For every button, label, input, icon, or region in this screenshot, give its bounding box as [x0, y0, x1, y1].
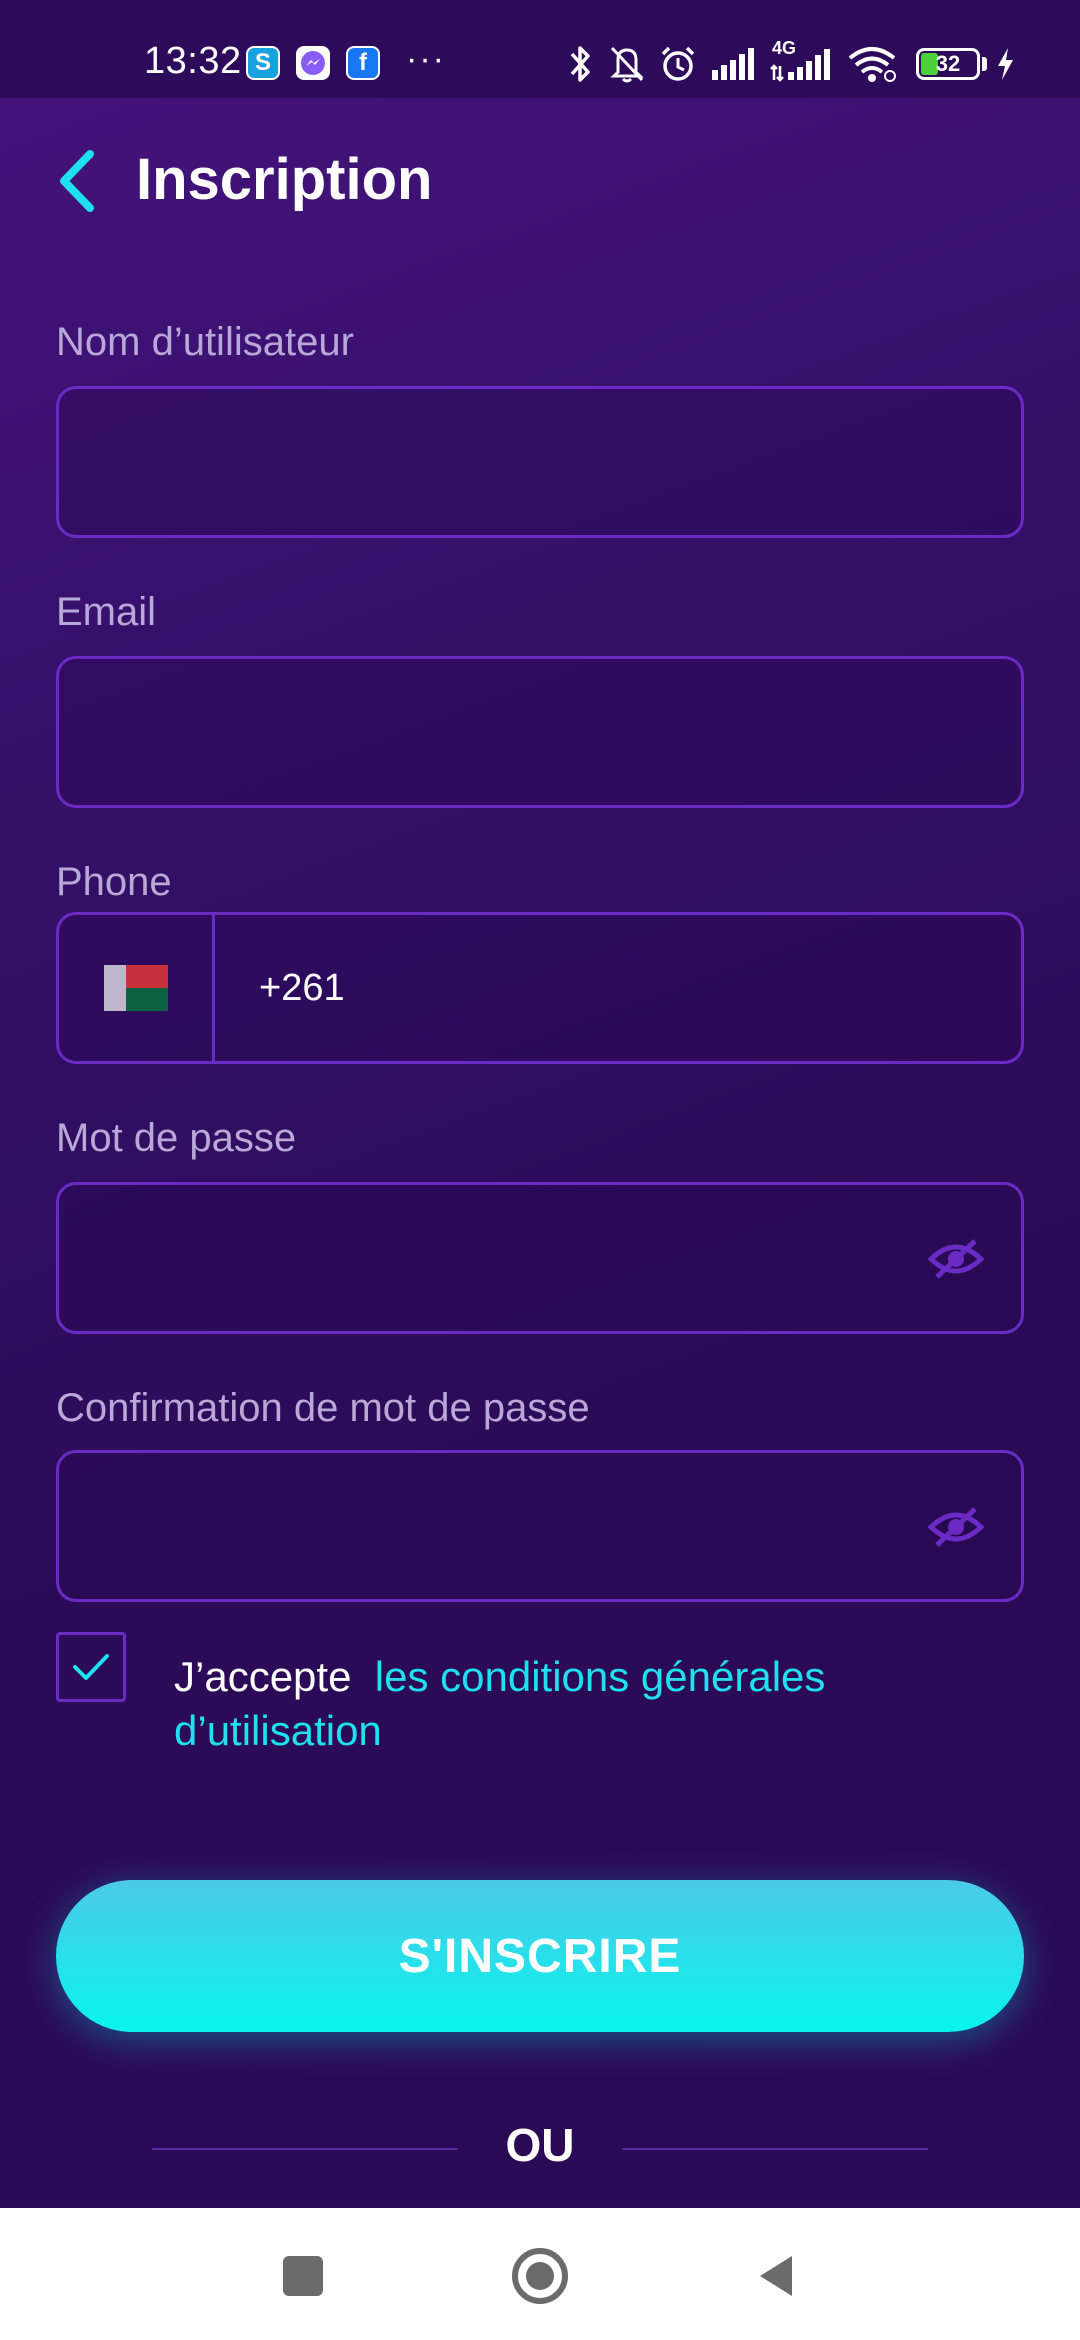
terms-prefix: J’accepte: [174, 1653, 352, 1700]
or-divider-text: OU: [505, 2119, 575, 2171]
confirm-password-input[interactable]: [59, 1453, 1021, 1599]
system-nav-bar: [0, 2208, 1080, 2340]
confirm-password-label: Confirmation de mot de passe: [56, 1386, 590, 1430]
home-dot: [526, 2262, 554, 2290]
country-selector[interactable]: [59, 915, 215, 1061]
battery-level: 32: [935, 51, 961, 76]
eye-off-icon[interactable]: [927, 1505, 985, 1549]
alarm-icon: [661, 46, 695, 81]
back-button[interactable]: [52, 148, 102, 214]
skype-glyph: S: [254, 49, 271, 76]
wifi-icon: [848, 47, 896, 82]
phone-field: +261: [56, 912, 1024, 1064]
password-field: [56, 1182, 1024, 1334]
status-bar: 13:32 S f ··· 4G 32: [0, 0, 1080, 98]
signup-button[interactable]: S'INSCRIRE: [56, 1880, 1024, 2032]
charging-icon: [998, 48, 1013, 80]
back-icon[interactable]: [756, 2252, 796, 2300]
bell-off-icon: [610, 46, 644, 83]
more-notifications-icon: ···: [406, 40, 446, 78]
home-icon[interactable]: [512, 2248, 568, 2304]
4g-signal-icon: [770, 49, 830, 82]
page-title: Inscription: [136, 147, 433, 212]
battery-icon: 32: [916, 48, 980, 80]
password-label: Mot de passe: [56, 1116, 297, 1160]
divider-line-right: [622, 2148, 928, 2150]
madagascar-flag-icon: [103, 965, 168, 1011]
password-input[interactable]: [59, 1185, 1021, 1331]
phone-input[interactable]: +261: [259, 915, 345, 1061]
terms-checkbox[interactable]: [56, 1632, 126, 1702]
username-label: Nom d’utilisateur: [56, 320, 354, 364]
skype-icon: S: [246, 46, 280, 80]
signup-screen: 13:32 S f ··· 4G 32 Inscription Nom d’ut…: [0, 0, 1080, 2340]
messenger-icon: [296, 46, 330, 80]
email-label: Email: [56, 590, 157, 634]
confirm-password-field: [56, 1450, 1024, 1602]
facebook-glyph: f: [359, 49, 367, 76]
eye-off-icon[interactable]: [927, 1237, 985, 1281]
signal-icon: [712, 48, 754, 80]
terms-text: J’accepte les conditions générales d’uti…: [174, 1650, 954, 1758]
chevron-left-icon: [60, 150, 94, 212]
recents-icon[interactable]: [283, 2256, 323, 2296]
username-input[interactable]: [59, 389, 1021, 535]
email-input[interactable]: [59, 659, 1021, 805]
divider-line-left: [152, 2148, 458, 2150]
email-field: [56, 656, 1024, 808]
facebook-icon: f: [346, 46, 380, 80]
username-field: [56, 386, 1024, 538]
bluetooth-icon: [570, 46, 590, 82]
battery-cap: [982, 57, 987, 71]
phone-label: Phone: [56, 860, 172, 904]
status-time: 13:32: [144, 40, 242, 82]
checkmark-icon: [73, 1654, 109, 1680]
